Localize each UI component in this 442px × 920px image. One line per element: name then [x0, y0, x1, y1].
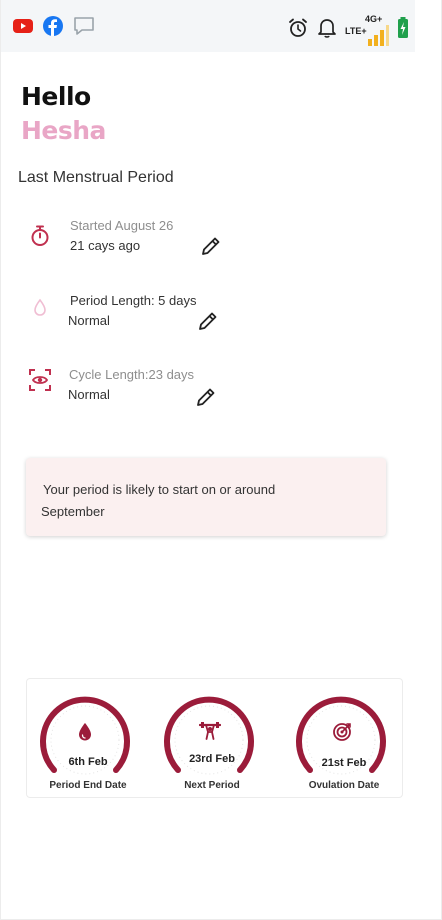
message-icon [74, 17, 94, 35]
facebook-icon [43, 16, 63, 36]
period-end-date-value: 6th Feb [68, 756, 108, 768]
period-length-label: Period Length: 5 days [70, 293, 197, 308]
target-icon [333, 723, 351, 741]
edit-start-date-pencil-icon[interactable] [199, 234, 223, 258]
network-type-lte: LTE+ [345, 26, 367, 36]
list-item-period-length: Period Length: 5 days Normal [0, 293, 442, 343]
drop-icon [34, 298, 46, 316]
list-item-cycle-length: Cycle Length:23 days Normal [0, 367, 442, 417]
period-length-status: Normal [68, 313, 110, 328]
bell-icon [318, 19, 336, 38]
eye-scan-icon [29, 369, 51, 391]
cycle-length-label: Cycle Length:23 days [69, 367, 195, 382]
prediction-notice-card: Your period is likely to start on or aro… [26, 458, 386, 536]
stat-ovulation-date[interactable]: 21st Feb Ovulation Date [289, 679, 399, 797]
start-date-ago: 21 cays ago [70, 238, 141, 253]
cycle-length-status: Normal [68, 387, 110, 402]
system-icons: 4G+ LTE+ [287, 10, 409, 46]
status-bar: 4G+ LTE+ [1, 0, 415, 52]
list-item-start-date: Started August 26 21 cays ago [0, 218, 442, 268]
drop-icon [79, 723, 91, 741]
prediction-notice-text: Your period is likely to start on or aro… [43, 482, 276, 497]
youtube-icon [13, 19, 33, 33]
next-period-value: 23rd Feb [189, 753, 235, 765]
battery-charging-icon [398, 17, 408, 38]
ovulation-date-label: Ovulation Date [308, 780, 380, 791]
greeting-username: Hesha [21, 116, 106, 145]
start-date-label: Started August 26 [70, 218, 174, 233]
cycle-stats-card: 6th Feb Period End Date 23rd Feb Next Pe… [26, 678, 403, 798]
network-type-4g: 4G+ [365, 14, 383, 24]
stat-period-end-date[interactable]: 6th Feb Period End Date [33, 679, 143, 797]
network-indicator: 4G+ LTE+ [345, 10, 389, 46]
weightlifting-icon [199, 722, 221, 740]
alarm-icon [289, 18, 307, 37]
ovulation-date-value: 21st Feb [321, 757, 367, 769]
section-title: Last Menstrual Period [18, 169, 174, 186]
edit-period-length-pencil-icon[interactable] [196, 309, 220, 333]
next-period-label: Next Period [184, 780, 240, 791]
prediction-notice-month: September [41, 504, 105, 519]
greeting-hello: Hello [21, 82, 91, 111]
notification-icons [13, 16, 95, 36]
timer-icon [31, 225, 49, 246]
period-end-date-label: Period End Date [49, 780, 127, 791]
stat-next-period[interactable]: 23rd Feb Next Period [157, 679, 267, 797]
signal-icon [368, 25, 389, 46]
edit-cycle-length-pencil-icon[interactable] [194, 385, 218, 409]
